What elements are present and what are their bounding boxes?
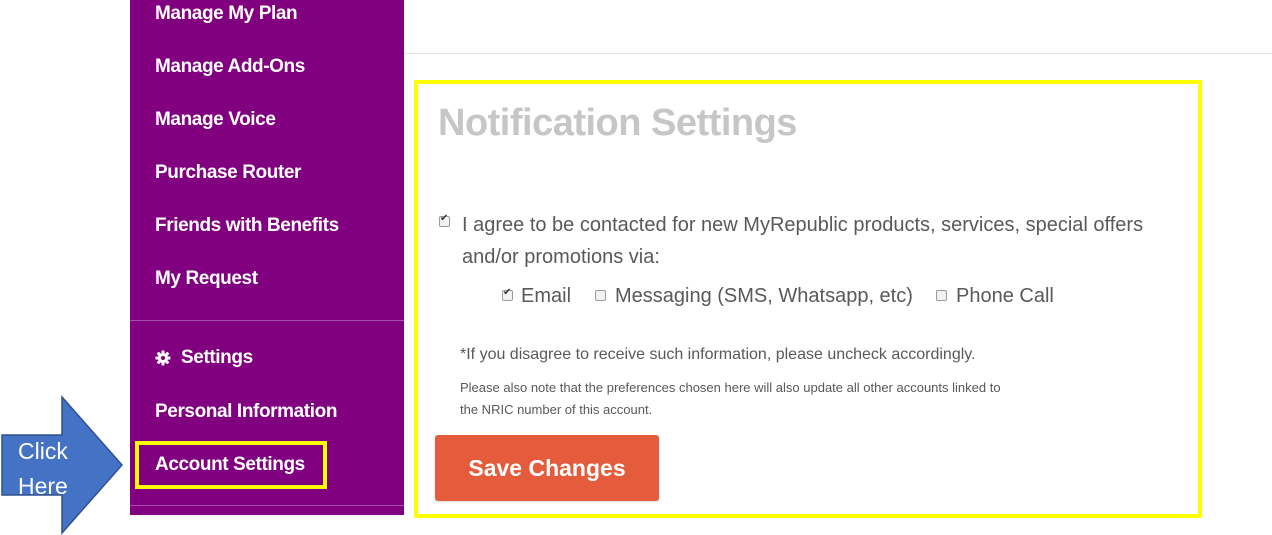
sidebar-item-personal-information[interactable]: Personal Information (155, 401, 337, 423)
messaging-checkbox[interactable] (595, 290, 606, 301)
sidebar-item-friends-with-benefits[interactable]: Friends with Benefits (155, 215, 339, 237)
sidebar-item-manage-my-plan[interactable]: Manage My Plan (155, 3, 298, 25)
callout-text: Click Here (18, 434, 82, 504)
disagree-note: *If you disagree to receive such informa… (460, 346, 976, 363)
page-title: Notification Settings (438, 102, 797, 144)
nric-note: Please also note that the preferences ch… (460, 380, 1001, 417)
gear-icon (155, 350, 171, 366)
sidebar-item-manage-add-ons[interactable]: Manage Add-Ons (155, 56, 305, 78)
sidebar-item-account-settings[interactable]: Account Settings (155, 454, 305, 476)
notification-settings-panel: Notification Settings I agree to be cont… (414, 80, 1202, 518)
email-option-label: Email (521, 285, 572, 307)
phone-call-option-label: Phone Call (956, 285, 1054, 307)
sidebar-divider-bottom (130, 505, 404, 506)
sidebar-divider (130, 320, 404, 321)
sidebar-nav: Manage My Plan Manage Add-Ons Manage Voi… (130, 0, 404, 515)
header-divider (404, 53, 1272, 54)
email-checkbox[interactable] (502, 287, 513, 301)
sidebar-item-my-request[interactable]: My Request (155, 268, 258, 290)
callout-line-1: Click (18, 438, 68, 464)
phone-call-checkbox[interactable] (936, 290, 947, 301)
save-changes-button[interactable]: Save Changes (435, 435, 659, 501)
messaging-option-label: Messaging (SMS, Whatsapp, etc) (615, 285, 913, 307)
agree-checkbox[interactable] (439, 213, 450, 227)
sidebar-item-manage-voice[interactable]: Manage Voice (155, 109, 276, 131)
sidebar-settings-heading: Settings (155, 347, 253, 369)
callout-line-2: Here (18, 473, 68, 499)
sidebar-item-purchase-router[interactable]: Purchase Router (155, 162, 301, 184)
agree-text: I agree to be contacted for new MyRepubl… (462, 214, 1144, 268)
settings-heading-label: Settings (181, 347, 253, 368)
